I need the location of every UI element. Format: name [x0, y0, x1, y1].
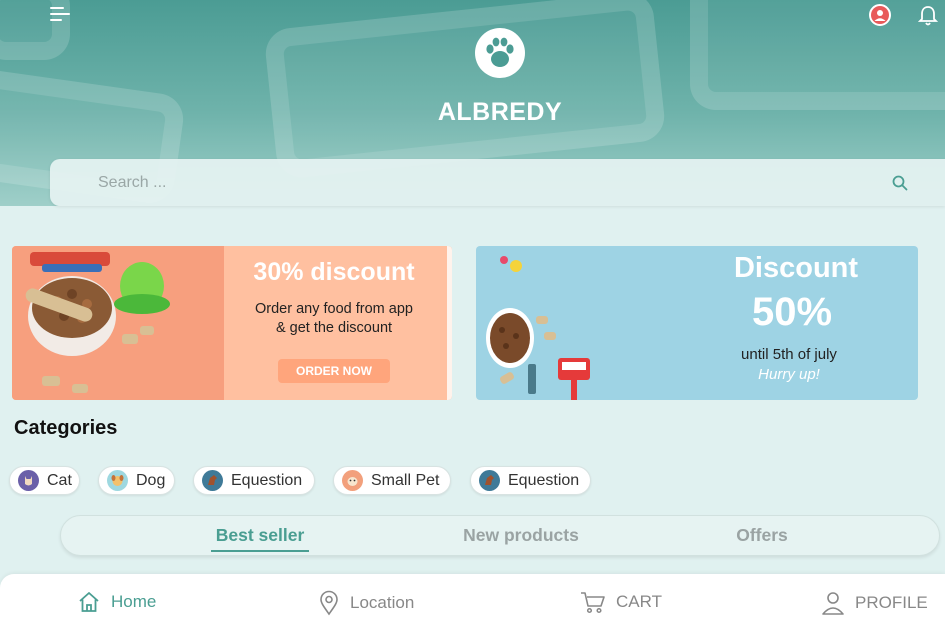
category-chip-dog[interactable]: Dog: [98, 466, 175, 495]
nav-label: Location: [350, 593, 415, 612]
banner-image: [486, 256, 590, 400]
paw-icon: [475, 28, 525, 78]
nav-cart[interactable]: CART: [580, 590, 662, 614]
category-label: Small Pet: [371, 471, 440, 489]
category-chip-equestion[interactable]: Equestion: [470, 466, 591, 495]
nav-label: PROFILE: [855, 593, 928, 612]
promo-banner-30-discount[interactable]: 30% discount Order any food from app & ge…: [12, 246, 452, 400]
search-input[interactable]: [98, 171, 858, 195]
horse-icon: [202, 470, 223, 491]
category-chip-small-pet[interactable]: Small Pet: [333, 466, 451, 495]
bottom-navigation: Home Location CART PROFILE: [0, 574, 945, 630]
discount-deadline: until 5th of july: [741, 346, 837, 363]
promo-banner-50-discount[interactable]: Discount 50% until 5th of july Hurry up!: [476, 246, 918, 400]
nav-location[interactable]: Location: [318, 590, 414, 616]
profile-icon: [822, 592, 844, 615]
banner-headline: 30% discount: [253, 258, 415, 286]
user-avatar-icon[interactable]: [869, 4, 891, 26]
nav-profile[interactable]: PROFILE: [821, 590, 928, 616]
tab-offers[interactable]: Offers: [731, 525, 793, 546]
bell-icon[interactable]: [917, 5, 939, 27]
category-chip-equestion[interactable]: Equestion: [193, 466, 315, 495]
background-decoration: [263, 0, 667, 180]
hurry-text: Hurry up!: [758, 366, 820, 383]
dog-icon: [107, 470, 128, 491]
background-decoration: [690, 0, 945, 110]
category-label: Cat: [47, 471, 72, 489]
categories-title: Categories: [14, 417, 118, 439]
search-bar: [50, 159, 945, 206]
location-pin-icon: [320, 590, 338, 616]
category-label: Dog: [136, 471, 166, 489]
banner-headline: Discount: [733, 252, 859, 284]
hamster-icon: [342, 470, 363, 491]
category-label: Equestion: [508, 471, 580, 489]
category-chip-cat[interactable]: Cat: [9, 466, 80, 495]
nav-label: Home: [111, 592, 157, 611]
nav-home[interactable]: Home: [77, 590, 156, 614]
hamburger-menu-icon[interactable]: [50, 7, 72, 25]
tab-best-seller[interactable]: Best seller: [211, 525, 309, 552]
discount-percent: 50%: [751, 290, 833, 334]
nav-label: CART: [616, 592, 662, 611]
tab-new-products[interactable]: New products: [453, 525, 589, 546]
product-tabs: Best seller New products Offers: [60, 515, 940, 556]
banner-edge: [447, 246, 452, 400]
category-label: Equestion: [231, 471, 303, 489]
home-icon: [79, 592, 99, 612]
cart-icon: [581, 592, 605, 614]
horse-icon: [479, 470, 500, 491]
banner-image: [12, 246, 224, 400]
brand-title: ALBREDY: [437, 98, 563, 126]
order-now-button[interactable]: ORDER NOW: [278, 359, 390, 383]
search-icon[interactable]: [891, 174, 909, 192]
banner-description: Order any food from app & get the discoun…: [255, 301, 413, 336]
cat-icon: [18, 470, 39, 491]
